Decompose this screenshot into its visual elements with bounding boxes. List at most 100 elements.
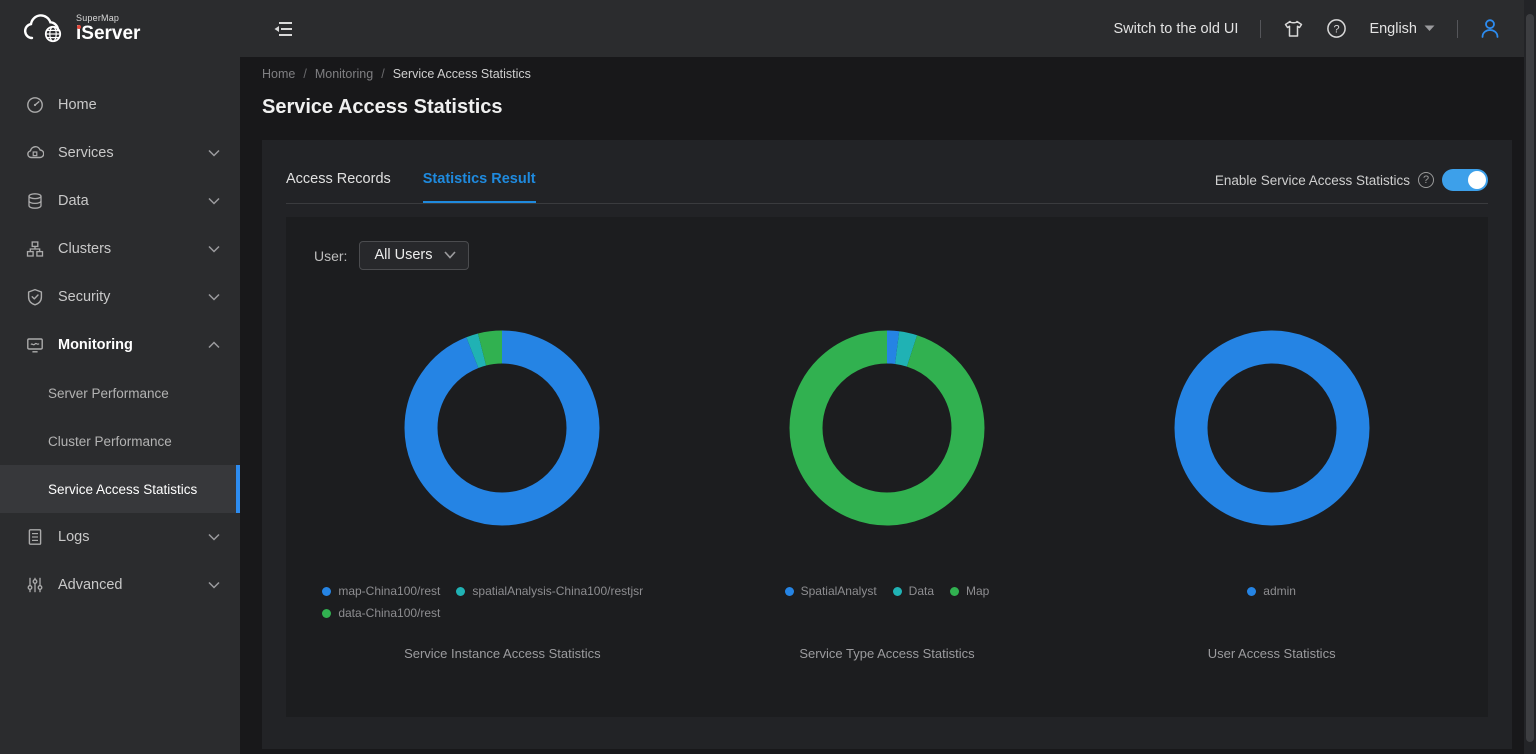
sidebar-item-services[interactable]: Services (0, 129, 240, 177)
tab-statistics-result[interactable]: Statistics Result (423, 171, 536, 203)
switch-old-ui-link[interactable]: Switch to the old UI (1114, 21, 1239, 37)
question-help-icon[interactable]: ? (1418, 172, 1434, 188)
user-filter-dropdown[interactable]: All Users (359, 241, 469, 270)
user-filter-label: User: (314, 248, 347, 264)
donut-slice-map-china100-rest[interactable]: map-China100/rest: 94% (421, 347, 583, 509)
sidebar-item-cluster-performance[interactable]: Cluster Performance (0, 417, 240, 465)
legend-box: admin (1247, 584, 1296, 630)
sidebar-item-security[interactable]: Security (0, 273, 240, 321)
chevron-up-icon (208, 341, 220, 349)
tab-bar: Access Records Statistics Result Enable … (286, 140, 1488, 204)
legend-label: Map (966, 584, 989, 598)
language-selector[interactable]: English (1369, 21, 1435, 37)
help-icon[interactable]: ? (1326, 18, 1347, 39)
logs-icon (26, 528, 44, 546)
legend-box: map-China100/rest spatialAnalysis-China10… (322, 584, 682, 630)
tab-access-records[interactable]: Access Records (286, 171, 391, 203)
vertical-scrollbar[interactable] (1524, 0, 1536, 754)
legend-dot-icon (1247, 587, 1256, 596)
legend-label: SpatialAnalyst (801, 584, 877, 598)
donut-slice-admin[interactable]: admin: 100% (1191, 347, 1353, 509)
enable-statistics-toggle[interactable] (1442, 169, 1488, 191)
sidebar-item-home[interactable]: Home (0, 81, 240, 129)
legend-dot-icon (785, 587, 794, 596)
caret-down-icon (1424, 25, 1435, 32)
legend-label: admin (1263, 584, 1296, 598)
donut-chart-user-access-statistics: admin: 100%adminUser Access Statistics (1079, 328, 1464, 661)
donut-charts-row: map-China100/rest: 94% spatialAnalysis-Ch… (310, 328, 1464, 661)
sidebar-collapse-icon[interactable] (268, 15, 298, 43)
legend-item-spatialanalyst[interactable]: SpatialAnalyst (785, 584, 877, 598)
language-label: English (1369, 21, 1417, 37)
legend-label: map-China100/rest (338, 584, 440, 598)
legend-dot-icon (322, 587, 331, 596)
sidebar-item-server-performance[interactable]: Server Performance (0, 369, 240, 417)
chart-title: Service Type Access Statistics (799, 646, 974, 661)
sidebar-item-clusters[interactable]: Clusters (0, 225, 240, 273)
brand-text: SuperMap iServer (76, 14, 140, 43)
donut-chart-service-instance-access-statistics: map-China100/rest: 94% spatialAnalysis-Ch… (310, 328, 695, 661)
sidebar-item-service-access-statistics[interactable]: Service Access Statistics (0, 465, 240, 513)
donut-chart-service-type-access-statistics: SpatialAnalyst: 2%Data: 3%Map: 95% Spatia… (695, 328, 1080, 661)
monitoring-icon (26, 336, 44, 354)
statistics-card: Access Records Statistics Result Enable … (262, 140, 1512, 749)
chevron-down-icon (208, 149, 220, 157)
legend-item-spatialanalysis-china100-restjsr[interactable]: spatialAnalysis-China100/restjsr (456, 584, 643, 598)
breadcrumb-separator: / (303, 67, 306, 81)
breadcrumb-item-monitoring[interactable]: Monitoring (315, 67, 373, 81)
sidebar-item-label: Clusters (58, 241, 208, 257)
donut-svg: admin: 100% (1172, 328, 1372, 528)
scrollbar-thumb[interactable] (1526, 14, 1534, 742)
chevron-down-icon (208, 533, 220, 541)
sidebar-item-monitoring[interactable]: Monitoring (0, 321, 240, 369)
brand-supermap: SuperMap (76, 14, 140, 23)
brand-iserver: iServer (76, 24, 140, 43)
brand-logo[interactable]: SuperMap iServer (0, 14, 240, 44)
legend-item-data[interactable]: Data (893, 584, 934, 598)
toggle-knob (1468, 171, 1486, 189)
chevron-down-icon (444, 251, 456, 259)
sidebar-nav: HomeServices Data Clusters SecurityMonitori… (0, 57, 240, 609)
legend-dot-icon (456, 587, 465, 596)
sidebar-item-label: Logs (58, 529, 208, 545)
breadcrumb-separator: / (381, 67, 384, 81)
legend-item-map[interactable]: Map (950, 584, 989, 598)
legend-dot-icon (950, 587, 959, 596)
breadcrumb-item-home[interactable]: Home (262, 67, 295, 81)
donut-svg: SpatialAnalyst: 2%Data: 3%Map: 95% (787, 328, 987, 528)
sidebar-item-label: Data (58, 193, 208, 209)
chevron-down-icon (208, 149, 220, 157)
chevron-down-icon (208, 245, 220, 253)
sidebar-item-data[interactable]: Data (0, 177, 240, 225)
donut-svg: map-China100/rest: 94%spatialAnalysis-Ch… (402, 328, 602, 528)
legend-item-data-china100-rest[interactable]: data-China100/rest (322, 606, 440, 620)
sidebar-item-logs[interactable]: Logs (0, 513, 240, 561)
legend-label: spatialAnalysis-China100/restjsr (472, 584, 643, 598)
svg-text:?: ? (1334, 24, 1340, 36)
sidebar-subitem-label: Server Performance (48, 386, 169, 401)
sidebar-subitem-label: Cluster Performance (48, 434, 172, 449)
page-title: Service Access Statistics (262, 96, 1512, 119)
topbar-divider (1457, 20, 1458, 38)
legend-dot-icon (322, 609, 331, 618)
topbar: SuperMap iServer Switch to the old UI ? … (0, 0, 1536, 57)
sidebar-item-advanced[interactable]: Advanced (0, 561, 240, 609)
chevron-up-icon (208, 341, 220, 349)
sidebar-item-label: Advanced (58, 577, 208, 593)
chevron-down-icon (208, 533, 220, 541)
donut-slice-map[interactable]: Map: 95% (806, 347, 968, 509)
chevron-down-icon (208, 581, 220, 589)
legend-item-admin[interactable]: admin (1247, 584, 1296, 598)
advanced-icon (26, 576, 44, 594)
enable-statistics-label: Enable Service Access Statistics (1215, 173, 1410, 188)
statistics-panel: User: All Users map-China100/rest: 94% sp… (286, 217, 1488, 717)
breadcrumb-item-service-access-statistics: Service Access Statistics (393, 67, 531, 81)
legend-box: SpatialAnalyst Data Map (785, 584, 990, 630)
user-account-icon[interactable] (1480, 18, 1500, 39)
sidebar-subitem-label: Service Access Statistics (48, 482, 197, 497)
services-icon (26, 144, 44, 162)
legend-item-map-china100-rest[interactable]: map-China100/rest (322, 584, 440, 598)
legend-label: data-China100/rest (338, 606, 440, 620)
theme-skin-icon[interactable] (1283, 19, 1304, 39)
chevron-down-icon (208, 245, 220, 253)
